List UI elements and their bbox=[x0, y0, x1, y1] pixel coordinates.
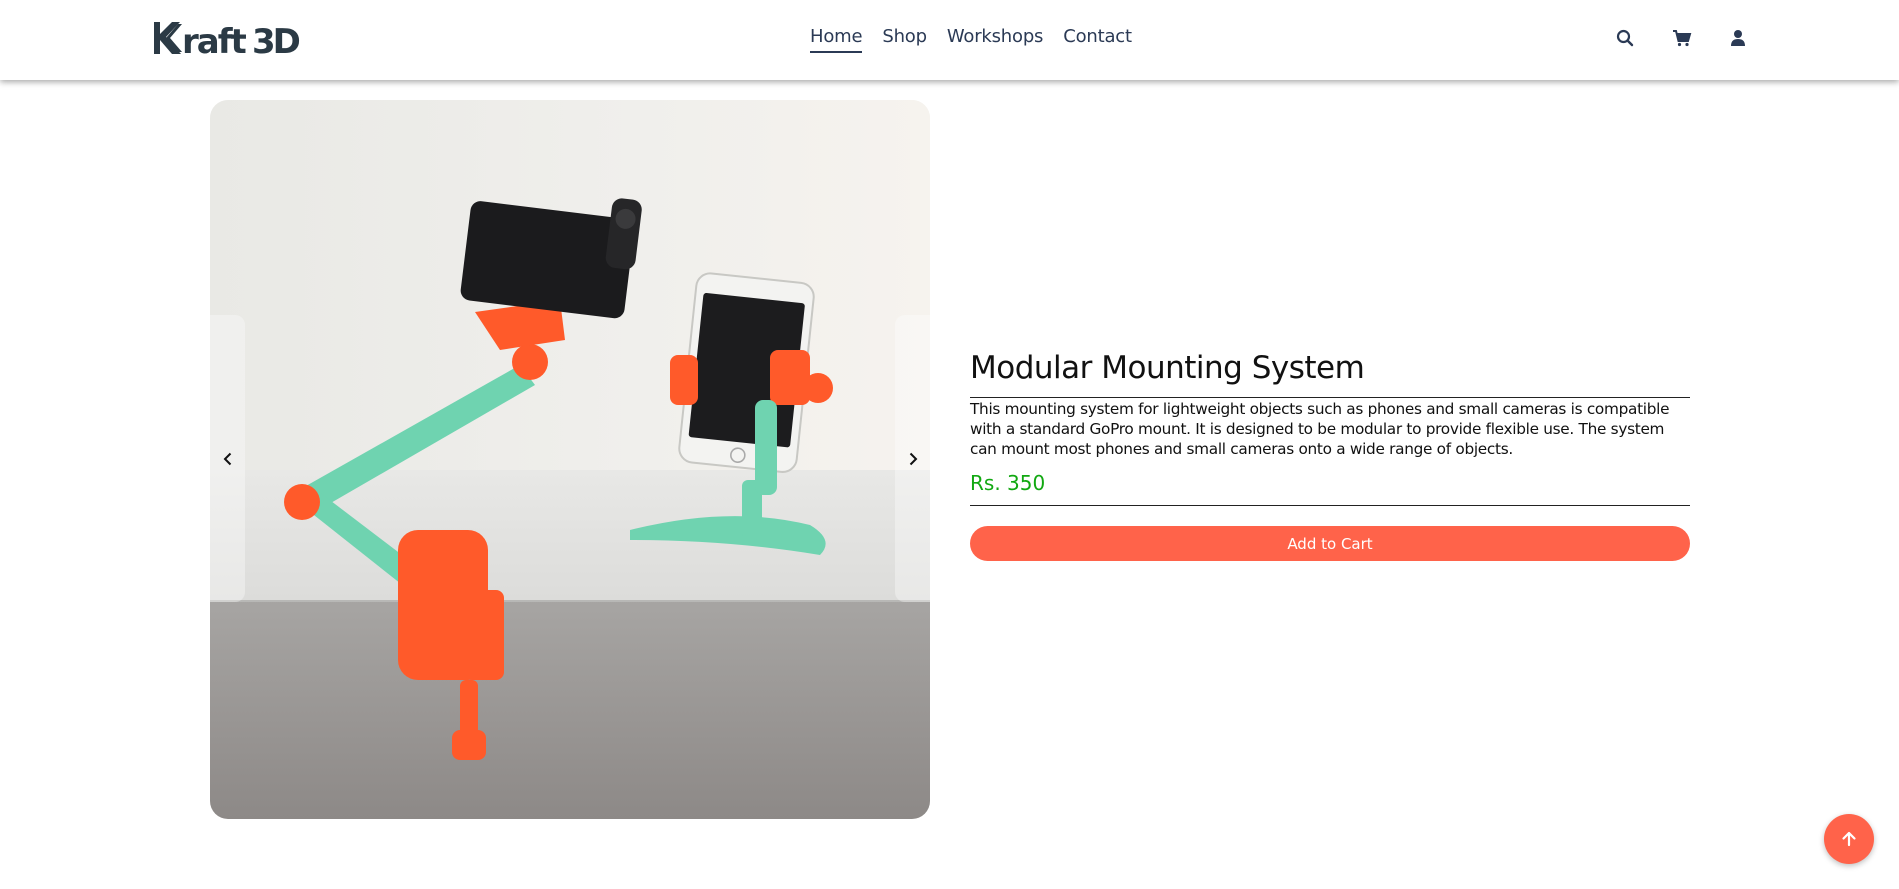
site-header: raft 3D Home Shop Workshops Contact bbox=[0, 0, 1899, 80]
carousel-next-button[interactable] bbox=[895, 315, 930, 602]
nav-contact[interactable]: Contact bbox=[1063, 26, 1132, 53]
search-icon[interactable] bbox=[1615, 28, 1635, 48]
product-info: Modular Mounting System This mounting sy… bbox=[970, 350, 1690, 562]
nav-workshops[interactable]: Workshops bbox=[947, 26, 1044, 53]
nav-shop[interactable]: Shop bbox=[882, 26, 927, 53]
arrow-up-icon bbox=[1842, 831, 1856, 847]
product-price: Rs. 350 bbox=[970, 471, 1690, 507]
kraft3d-logo[interactable]: raft 3D bbox=[152, 18, 304, 62]
add-to-cart-button[interactable]: Add to Cart bbox=[970, 526, 1690, 562]
chevron-left-icon bbox=[223, 452, 231, 465]
nav-home[interactable]: Home bbox=[810, 26, 863, 53]
svg-text:3D: 3D bbox=[252, 22, 300, 58]
product-description: This mounting system for lightweight obj… bbox=[970, 400, 1670, 459]
chevron-right-icon bbox=[909, 452, 917, 465]
main-nav: Home Shop Workshops Contact bbox=[810, 26, 1132, 53]
cart-icon[interactable] bbox=[1672, 28, 1692, 48]
product-title: Modular Mounting System bbox=[970, 350, 1690, 399]
svg-text:raft: raft bbox=[182, 22, 247, 58]
product-image-carousel[interactable] bbox=[210, 100, 930, 819]
scroll-to-top-button[interactable] bbox=[1824, 814, 1874, 864]
user-icon[interactable] bbox=[1728, 28, 1748, 48]
product-photo bbox=[210, 100, 930, 819]
carousel-prev-button[interactable] bbox=[210, 315, 245, 602]
